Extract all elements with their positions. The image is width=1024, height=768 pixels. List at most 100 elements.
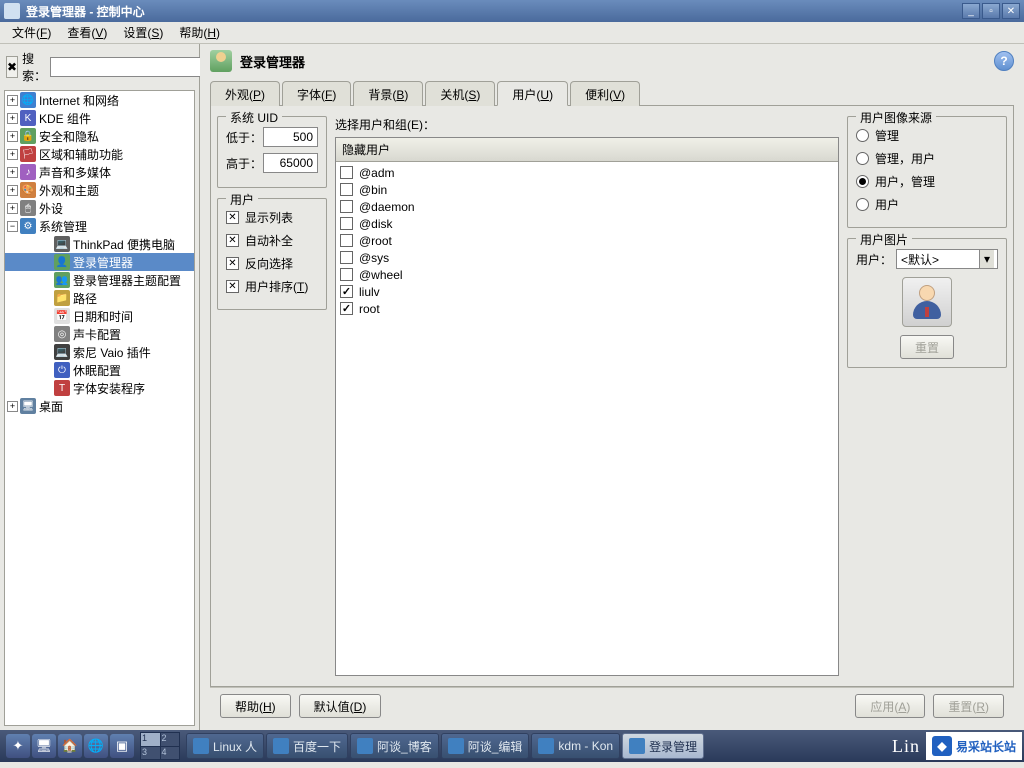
checkbox-icon[interactable] — [340, 285, 353, 298]
tree-toggle-icon[interactable]: + — [7, 113, 18, 124]
checkbox-icon[interactable] — [340, 268, 353, 281]
list-row[interactable]: @adm — [340, 164, 834, 181]
checkbox-icon[interactable] — [340, 217, 353, 230]
checkbox-icon[interactable] — [226, 211, 239, 224]
list-row[interactable]: liulv — [340, 283, 834, 300]
task-item-2[interactable]: 阿谈_博客 — [350, 733, 439, 759]
radio-icon[interactable] — [856, 198, 869, 211]
tree-toggle-icon[interactable]: + — [7, 95, 18, 106]
tree-item-1[interactable]: +KKDE 组件 — [5, 109, 194, 127]
tree-item-7[interactable]: −⚙系统管理 — [5, 217, 194, 235]
checkbox-icon[interactable] — [226, 234, 239, 247]
user-image-reset-button[interactable]: 重置 — [900, 335, 954, 359]
image-source-opt-3[interactable]: 用户 — [856, 196, 998, 213]
tree-toggle-icon[interactable]: + — [7, 149, 18, 160]
maximize-button[interactable]: ▫ — [982, 3, 1000, 19]
avatar-preview[interactable] — [902, 277, 952, 327]
tree-toggle-icon[interactable]: + — [7, 167, 18, 178]
radio-icon[interactable] — [856, 152, 869, 165]
list-row[interactable]: @disk — [340, 215, 834, 232]
terminal-icon[interactable]: ▣ — [110, 734, 134, 758]
uid-high-input[interactable] — [263, 153, 318, 173]
tree-toggle-icon[interactable]: + — [7, 401, 18, 412]
tree-item-sys-2[interactable]: 👥登录管理器主题配置 — [5, 271, 194, 289]
apply-button[interactable]: 应用(A) — [855, 694, 925, 718]
home-icon[interactable]: 🏠 — [58, 734, 82, 758]
tab-b[interactable]: 背景(B) — [353, 81, 423, 106]
task-item-5[interactable]: 登录管理 — [622, 733, 704, 759]
tree-toggle-icon[interactable]: + — [7, 203, 18, 214]
tree-item-sys-3[interactable]: 📁路径 — [5, 289, 194, 307]
close-button[interactable]: ✕ — [1002, 3, 1020, 19]
list-header[interactable]: 隐藏用户 — [336, 138, 838, 162]
checkbox-icon[interactable] — [340, 302, 353, 315]
tree-item-sys-7[interactable]: ⏻休眠配置 — [5, 361, 194, 379]
task-item-3[interactable]: 阿谈_编辑 — [441, 733, 530, 759]
tab-f[interactable]: 字体(F) — [282, 81, 351, 106]
radio-icon[interactable] — [856, 129, 869, 142]
task-item-4[interactable]: kdm - Kon — [531, 733, 620, 759]
tree-item-4[interactable]: +♪声音和多媒体 — [5, 163, 194, 181]
tree-item-sys-4[interactable]: 📅日期和时间 — [5, 307, 194, 325]
checkbox-icon[interactable] — [340, 234, 353, 247]
menu-f[interactable]: 文件(F) — [4, 22, 59, 43]
menu-h[interactable]: 帮助(H) — [171, 22, 228, 43]
task-item-0[interactable]: Linux 人 — [186, 733, 264, 759]
checkbox-icon[interactable] — [226, 257, 239, 270]
checkbox-icon[interactable] — [340, 200, 353, 213]
tree-item-0[interactable]: +🌐Internet 和网络 — [5, 91, 194, 109]
tree-toggle-icon[interactable]: + — [7, 131, 18, 142]
image-source-opt-2[interactable]: 用户，管理 — [856, 173, 998, 190]
list-row[interactable]: @root — [340, 232, 834, 249]
list-row[interactable]: @wheel — [340, 266, 834, 283]
image-source-opt-0[interactable]: 管理 — [856, 127, 998, 144]
tree-item-sys-1[interactable]: 👤登录管理器 — [5, 253, 194, 271]
pager-desktop-2[interactable]: 2 — [161, 733, 180, 746]
menu-v[interactable]: 查看(V) — [59, 22, 115, 43]
tree-item-after-0[interactable]: +🖥桌面 — [5, 397, 194, 415]
clear-search-button[interactable]: ✖ — [6, 56, 18, 78]
tab-p[interactable]: 外观(P) — [210, 81, 280, 106]
desktop-pager[interactable]: 1234 — [140, 732, 180, 760]
tree-item-5[interactable]: +🎨外观和主题 — [5, 181, 194, 199]
tree-item-sys-0[interactable]: 💻ThinkPad 便携电脑 — [5, 235, 194, 253]
list-row[interactable]: @sys — [340, 249, 834, 266]
tab-u[interactable]: 用户(U) — [497, 81, 568, 106]
uid-low-input[interactable] — [263, 127, 318, 147]
radio-icon[interactable] — [856, 175, 869, 188]
tree-item-6[interactable]: +🖱外设 — [5, 199, 194, 217]
user-list[interactable]: 隐藏用户 @adm@bin@daemon@disk@root@sys@wheel… — [335, 137, 839, 676]
tab-s[interactable]: 关机(S) — [425, 81, 495, 106]
tree-item-sys-8[interactable]: T字体安装程序 — [5, 379, 194, 397]
kmenu-icon[interactable]: ✦ — [6, 734, 30, 758]
checkbox-icon[interactable] — [226, 280, 239, 293]
tree-toggle-icon[interactable]: + — [7, 185, 18, 196]
user-opt-3[interactable]: 用户排序(T) — [226, 278, 318, 295]
minimize-button[interactable]: _ — [962, 3, 980, 19]
list-row[interactable]: root — [340, 300, 834, 317]
search-input[interactable] — [50, 57, 211, 77]
user-opt-2[interactable]: 反向选择 — [226, 255, 318, 272]
list-row[interactable]: @daemon — [340, 198, 834, 215]
defaults-button[interactable]: 默认值(D) — [299, 694, 382, 718]
pager-desktop-4[interactable]: 4 — [161, 747, 180, 760]
user-opt-1[interactable]: 自动补全 — [226, 232, 318, 249]
category-tree[interactable]: +🌐Internet 和网络+KKDE 组件+🔒安全和隐私+🏳区域和辅助功能+♪… — [4, 90, 195, 726]
tree-item-sys-6[interactable]: 💻索尼 Vaio 插件 — [5, 343, 194, 361]
user-opt-0[interactable]: 显示列表 — [226, 209, 318, 226]
menu-s[interactable]: 设置(S) — [115, 22, 171, 43]
user-select[interactable]: <默认> — [896, 249, 998, 269]
tree-item-sys-5[interactable]: ◎声卡配置 — [5, 325, 194, 343]
tree-toggle-icon[interactable]: − — [7, 221, 18, 232]
reset-button[interactable]: 重置(R) — [933, 694, 1004, 718]
checkbox-icon[interactable] — [340, 166, 353, 179]
konqueror-icon[interactable]: 🌐 — [84, 734, 108, 758]
checkbox-icon[interactable] — [340, 183, 353, 196]
list-row[interactable]: @bin — [340, 181, 834, 198]
pager-desktop-3[interactable]: 3 — [141, 747, 160, 760]
help-icon[interactable]: ? — [994, 51, 1014, 71]
tab-v[interactable]: 便利(V) — [570, 81, 640, 106]
show-desktop-icon[interactable]: 🖥 — [32, 734, 56, 758]
help-button[interactable]: 帮助(H) — [220, 694, 291, 718]
pager-desktop-1[interactable]: 1 — [141, 733, 160, 746]
